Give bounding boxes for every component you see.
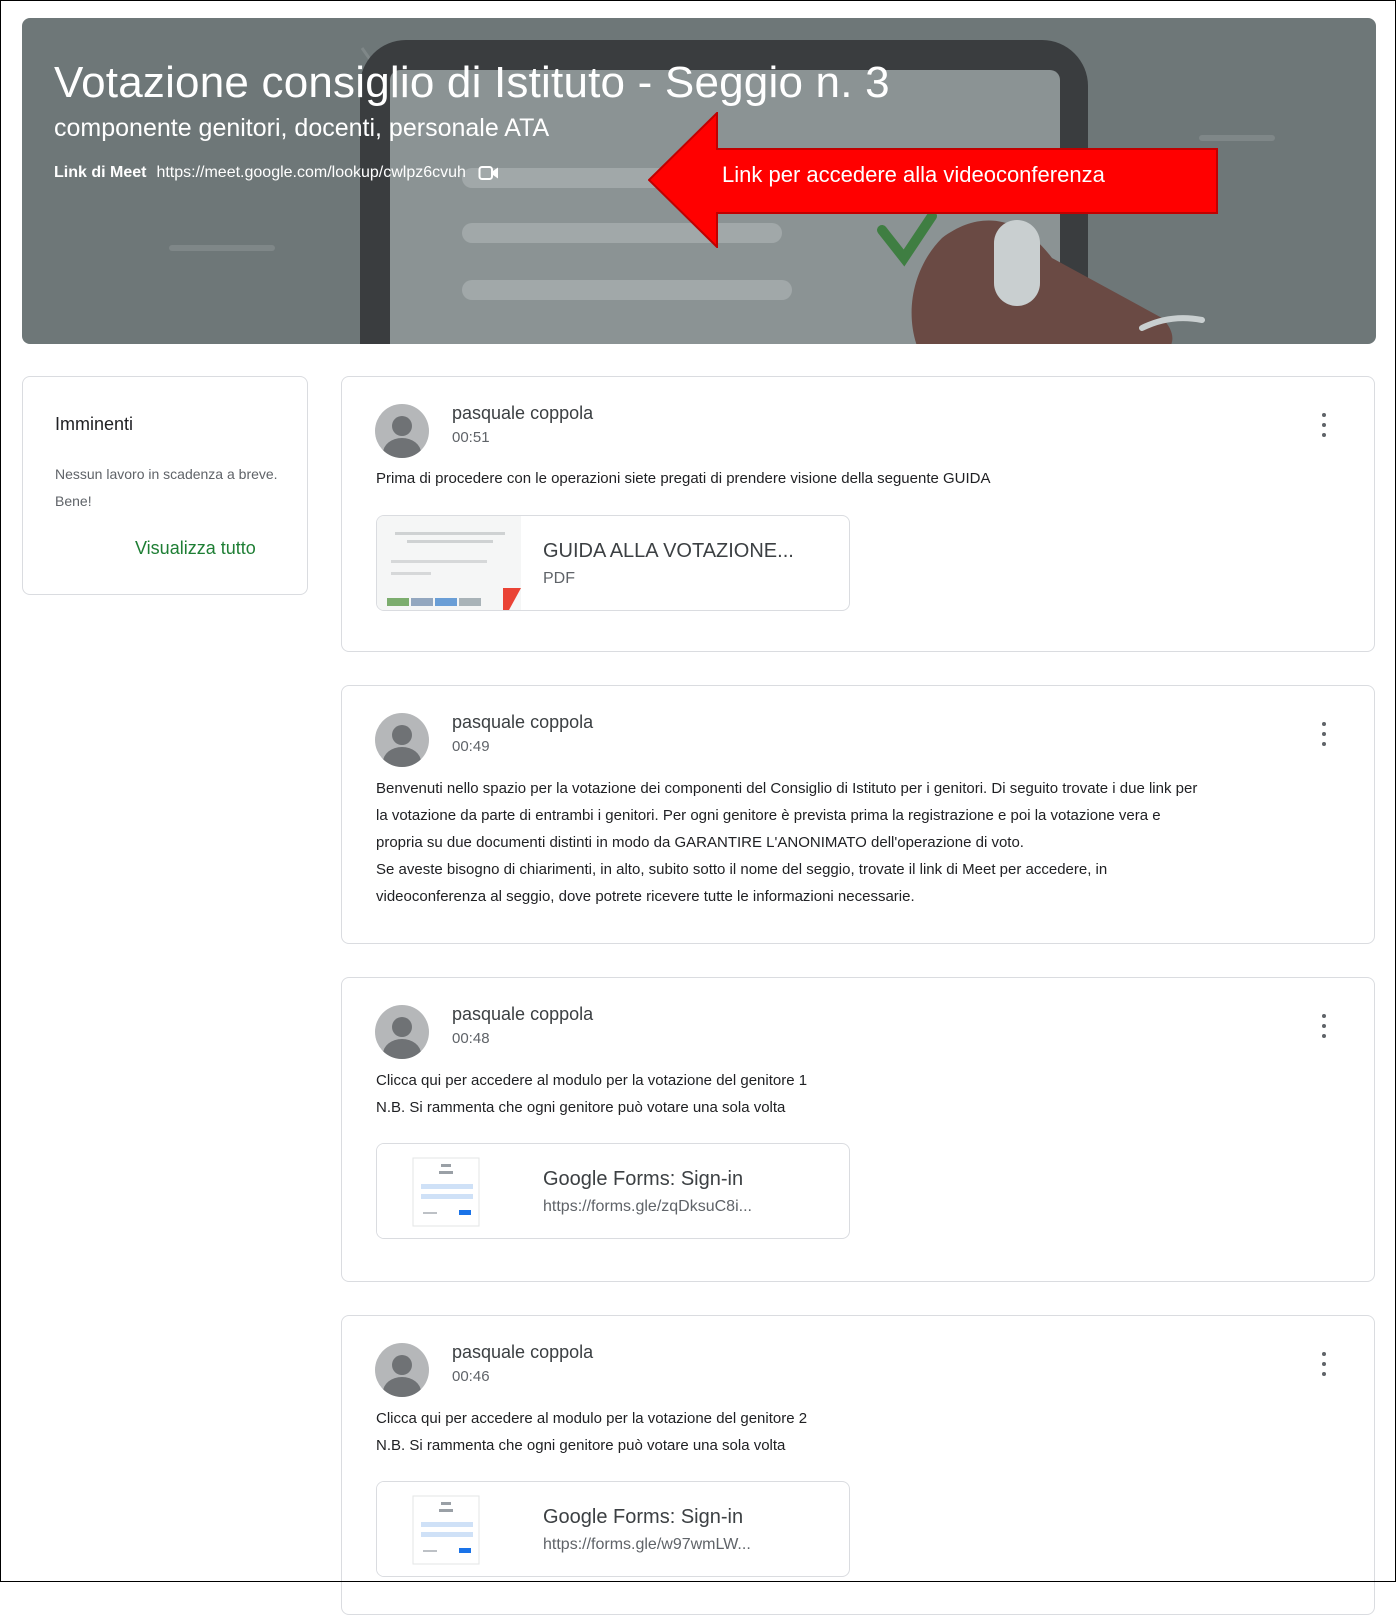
- post-text: Clicca qui per accedere al modulo per la…: [376, 1072, 808, 1116]
- avatar: [375, 1343, 429, 1397]
- class-subtitle: componente genitori, docenti, personale …: [54, 114, 550, 142]
- form-link-attachment[interactable]: Google Forms: Sign-in https://forms.gle/…: [376, 1481, 850, 1577]
- attachment-title: Google Forms: Sign-in: [543, 1168, 744, 1190]
- attachment-url: https://forms.gle/zqDksuC8i...: [543, 1198, 752, 1215]
- post-time: 00:46: [452, 1368, 490, 1385]
- pdf-thumbnail: [377, 516, 521, 610]
- post-author: pasquale coppola: [452, 712, 594, 732]
- attachment-url: https://forms.gle/w97wmLW...: [543, 1536, 751, 1553]
- attachment-title: Google Forms: Sign-in: [543, 1506, 744, 1528]
- form-thumbnail: [377, 1482, 521, 1576]
- class-title: Votazione consiglio di Istituto - Seggio…: [54, 58, 890, 107]
- avatar: [375, 713, 429, 767]
- stream-post: pasquale coppola 00:48 Clicca qui per ac…: [341, 977, 1375, 1282]
- post-author: pasquale coppola: [452, 403, 594, 423]
- form-thumbnail: [377, 1144, 521, 1238]
- video-camera-icon[interactable]: [478, 164, 500, 182]
- meet-label: Link di Meet: [54, 164, 147, 181]
- upcoming-title: Imminenti: [55, 414, 134, 434]
- post-text: Prima di procedere con le operazioni sie…: [376, 470, 991, 487]
- post-author: pasquale coppola: [452, 1004, 594, 1024]
- stream-post: pasquale coppola 00:46 Clicca qui per ac…: [341, 1315, 1375, 1615]
- attachment-type: PDF: [543, 570, 575, 587]
- stream-post: pasquale coppola 00:49 Benvenuti nello s…: [341, 685, 1375, 944]
- more-options-icon[interactable]: [1320, 1352, 1328, 1376]
- post-time: 00:48: [452, 1030, 490, 1047]
- post-author: pasquale coppola: [452, 1342, 594, 1362]
- more-options-icon[interactable]: [1320, 1014, 1328, 1038]
- avatar: [375, 404, 429, 458]
- more-options-icon[interactable]: [1320, 413, 1328, 437]
- callout-text: Link per accedere alla videoconferenza: [722, 162, 1105, 187]
- avatar: [375, 1005, 429, 1059]
- meet-link[interactable]: https://meet.google.com/lookup/cwlpz6cvu…: [156, 164, 466, 182]
- post-time: 00:49: [452, 738, 490, 755]
- post-text: Benvenuti nello spazio per la votazione …: [376, 780, 1198, 905]
- meet-link-row: Link di Meet https://meet.google.com/loo…: [54, 164, 500, 182]
- stream-post: pasquale coppola 00:51 Prima di proceder…: [341, 376, 1375, 652]
- more-options-icon[interactable]: [1320, 722, 1328, 746]
- form-link-attachment[interactable]: Google Forms: Sign-in https://forms.gle/…: [376, 1143, 850, 1239]
- post-time: 00:51: [452, 429, 490, 446]
- post-text: Clicca qui per accedere al modulo per la…: [376, 1410, 808, 1454]
- upcoming-card: Imminenti Nessun lavoro in scadenza a br…: [22, 376, 308, 595]
- upcoming-empty-text: Nessun lavoro in scadenza a breve. Bene!: [55, 466, 278, 509]
- view-all-link[interactable]: Visualizza tutto: [135, 538, 256, 559]
- attachment-title: GUIDA ALLA VOTAZIONE...: [543, 540, 794, 562]
- pdf-attachment[interactable]: GUIDA ALLA VOTAZIONE... PDF: [376, 515, 850, 611]
